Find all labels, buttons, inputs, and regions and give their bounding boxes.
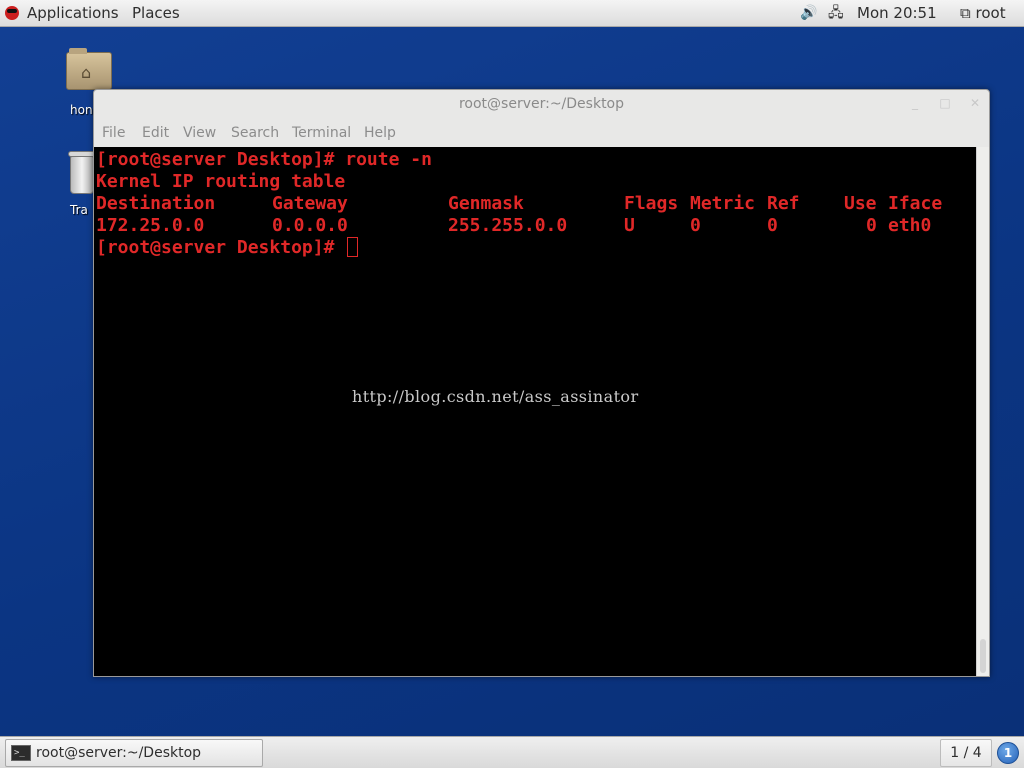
user-menu[interactable]: ⧉ root [960, 0, 1006, 27]
table-cell: U [624, 215, 635, 236]
column-header: Use [844, 193, 877, 214]
bottom-panel: >_ root@server:~/Desktop 1 / 4 1 [0, 736, 1024, 768]
routing-table-row: 172.25.0.0 0.0.0.0 255.255.0.0 U 0 0 0 e… [96, 215, 931, 237]
menu-search[interactable]: Search [231, 125, 279, 141]
table-cell: 0 [866, 215, 877, 236]
clock[interactable]: Mon 20:51 [857, 0, 937, 27]
menu-edit[interactable]: Edit [142, 125, 169, 141]
table-cell: 255.255.0.0 [448, 215, 568, 236]
terminal-prompt: [root@server Desktop]# [96, 237, 359, 259]
home-folder-icon[interactable]: ⌂ [64, 48, 114, 90]
column-header: Gateway [272, 193, 348, 214]
column-header: Flags [624, 193, 679, 214]
column-header: Ref [767, 193, 800, 214]
scrollbar[interactable] [976, 147, 989, 676]
column-header: Genmask [448, 193, 524, 214]
top-panel: Applications Places 🔊 🖧 Mon 20:51 ⧉ root [0, 0, 1024, 27]
column-header: Metric [690, 193, 756, 214]
home-folder-label[interactable]: hon [70, 103, 93, 117]
routing-table-header: Destination Gateway Genmask Flags Metric… [96, 193, 942, 215]
network-icon[interactable]: 🖧 [828, 0, 844, 27]
places-menu[interactable]: Places [132, 0, 180, 27]
terminal-icon: >_ [11, 745, 31, 761]
taskbar-window-button[interactable]: >_ root@server:~/Desktop [5, 739, 263, 767]
prompt-text: [root@server Desktop]# [96, 237, 346, 258]
table-cell: 0 [690, 215, 701, 236]
taskbar-window-label: root@server:~/Desktop [36, 745, 202, 761]
user-icon: ⧉ [960, 4, 971, 22]
close-icon[interactable]: ✕ [966, 94, 984, 112]
table-cell: eth0 [888, 215, 932, 236]
menu-file[interactable]: File [102, 125, 125, 141]
column-header: Iface [888, 193, 943, 214]
scrollbar-thumb[interactable] [980, 639, 986, 673]
maximize-icon[interactable]: □ [936, 94, 954, 112]
user-name: root [975, 4, 1006, 22]
applications-menu[interactable]: Applications [5, 0, 119, 27]
redhat-logo-icon [5, 6, 19, 20]
table-cell: 0 [767, 215, 778, 236]
menu-help[interactable]: Help [364, 125, 396, 141]
text-cursor [347, 237, 359, 257]
menu-view[interactable]: View [183, 125, 216, 141]
notification-badge[interactable]: 1 [997, 742, 1019, 764]
trash-label[interactable]: Tra [70, 203, 88, 217]
terminal-output[interactable]: [root@server Desktop]# route -n Kernel I… [94, 147, 976, 676]
table-cell: 172.25.0.0 [96, 215, 205, 236]
table-cell: 0.0.0.0 [272, 215, 348, 236]
menu-terminal[interactable]: Terminal [292, 125, 351, 141]
terminal-window: root@server:~/Desktop _ □ ✕ File Edit Vi… [93, 89, 990, 677]
menu-bar: File Edit View Search Terminal Help [94, 122, 989, 146]
watermark-text: http://blog.csdn.net/ass_assinator [352, 387, 639, 406]
terminal-line: [root@server Desktop]# route -n [96, 149, 432, 170]
window-titlebar[interactable]: root@server:~/Desktop [94, 90, 989, 118]
column-header: Destination [96, 193, 216, 214]
workspace-indicator[interactable]: 1 / 4 [940, 739, 992, 767]
applications-label: Applications [27, 4, 119, 22]
house-icon: ⌂ [81, 63, 92, 82]
minimize-icon[interactable]: _ [906, 94, 924, 112]
terminal-line: Kernel IP routing table [96, 171, 346, 192]
trash-icon[interactable] [68, 150, 96, 194]
window-title: root@server:~/Desktop [458, 96, 625, 112]
speaker-icon[interactable]: 🔊 [800, 0, 817, 27]
